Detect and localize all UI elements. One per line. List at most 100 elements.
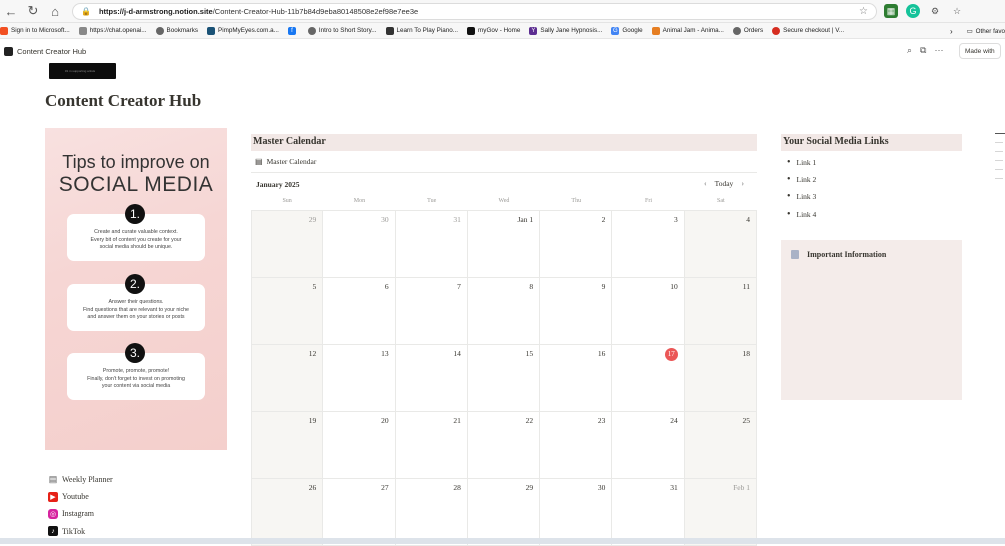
bookmarks-bar: Sign in to Microsoft... https://chat.ope… [0, 23, 1005, 39]
calendar-day-cell[interactable]: 2 [540, 211, 613, 278]
calendar-day-number: Jan 1 [517, 215, 534, 224]
youtube-link[interactable]: ▶ Youtube [48, 488, 113, 505]
made-with-notion-button[interactable]: Made with [959, 43, 1001, 59]
bookmark-item[interactable]: PimpMyEyes.com.a... [207, 26, 279, 35]
chevron-right-icon[interactable]: › [950, 27, 953, 36]
bookmark-item[interactable]: Orders [732, 26, 763, 35]
calendar-day-cell[interactable]: 23 [540, 412, 613, 479]
search-icon[interactable]: ⌕ [907, 45, 912, 56]
facebook-icon: f [287, 26, 296, 35]
calendar-day-cell[interactable]: 21 [395, 412, 468, 479]
calendar-day-cell[interactable]: 3 [612, 211, 685, 278]
calendar-day-cell[interactable]: 27 [323, 479, 396, 546]
instagram-link[interactable]: ◎ Instagram [48, 505, 113, 522]
calendar-day-number: 14 [453, 349, 461, 358]
tips-image: Tips to improve on SOCIAL MEDIA Create a… [45, 128, 227, 450]
bookmark-item[interactable]: Y Sally Jane Hypnosis... [529, 26, 602, 35]
bookmark-item[interactable]: f [287, 26, 299, 35]
calendar-day-cell[interactable]: 4 [684, 211, 757, 278]
calendar-day-number: Feb 1 [733, 483, 750, 492]
calendar-day-cell[interactable]: Feb 1 [684, 479, 757, 546]
address-bar[interactable]: 🔒 https://j-d-armstrong.notion.site/Cont… [72, 3, 877, 20]
calendar-day-cell[interactable]: 30 [323, 211, 396, 278]
globe-icon [155, 26, 164, 35]
favorites-icon[interactable]: ☆ [950, 4, 964, 18]
calendar-day-cell[interactable]: 10 [612, 278, 685, 345]
bookmark-item[interactable]: Learn To Play Piano... [385, 26, 458, 35]
today-date-badge: 17 [664, 348, 678, 361]
calendar-day-cell[interactable]: 13 [323, 345, 396, 412]
calendar-day-cell[interactable]: 17 [612, 345, 685, 412]
calendar-day-cell[interactable]: Jan 1 [467, 211, 541, 278]
calendar-day-cell[interactable]: 16 [540, 345, 613, 412]
weekday-label: Wed [498, 198, 510, 204]
calendar-day-cell[interactable]: 19 [251, 412, 324, 479]
back-icon[interactable]: ← [0, 0, 22, 22]
grammarly-icon[interactable]: G [906, 4, 920, 18]
page-icon [4, 46, 13, 56]
social-link[interactable]: Link 3 [787, 188, 817, 205]
weekly-planner-link[interactable]: ▤ Weekly Planner [48, 471, 113, 488]
extension-icon[interactable]: ▦ [884, 4, 898, 18]
calendar-day-cell[interactable]: 11 [684, 278, 757, 345]
bookmark-item[interactable]: Intro to Short Story... [307, 26, 377, 35]
page-icon [78, 26, 87, 35]
calendar-day-cell[interactable]: 12 [251, 345, 324, 412]
calendar-day-cell[interactable]: 7 [395, 278, 468, 345]
calendar-day-cell[interactable]: 26 [251, 479, 324, 546]
calendar-view-tab[interactable]: ▤ Master Calendar [255, 157, 316, 166]
bookmark-item[interactable]: Animal Jam - Anima... [651, 26, 724, 35]
calendar-day-cell[interactable]: 24 [612, 412, 685, 479]
calendar-day-number: 29 [308, 215, 317, 224]
calendar-day-cell[interactable]: 14 [395, 345, 468, 412]
calendar-day-cell[interactable]: 15 [467, 345, 541, 412]
today-button[interactable]: Today [715, 179, 734, 188]
google-icon: G [611, 26, 620, 35]
calendar-day-number: 11 [742, 282, 750, 291]
calendar-day-number: 28 [453, 483, 461, 492]
duplicate-icon[interactable]: ⧉ [920, 45, 926, 56]
calendar-day-cell[interactable]: 30 [540, 479, 613, 546]
calendar-day-number: 24 [670, 416, 678, 425]
refresh-icon[interactable]: ↻ [22, 0, 44, 22]
calendar-day-cell[interactable]: 28 [395, 479, 468, 546]
bookmark-item[interactable]: https://chat.openai... [78, 26, 147, 35]
bookmark-item[interactable]: Bookmarks [155, 26, 198, 35]
tiktok-icon: ♪ [48, 526, 58, 537]
extensions-puzzle-icon[interactable]: ⚙ [928, 4, 942, 18]
calendar-day-cell[interactable]: 9 [540, 278, 613, 345]
chevron-right-icon[interactable]: › [741, 179, 744, 188]
calendar-day-cell[interactable]: 31 [612, 479, 685, 546]
home-icon[interactable]: ⌂ [44, 0, 66, 22]
calendar-day-cell[interactable]: 5 [251, 278, 324, 345]
calendar-day-number: 2 [601, 215, 606, 224]
bookmark-item[interactable]: G Google [611, 26, 643, 35]
yahoo-icon: Y [529, 26, 538, 35]
calendar-day-cell[interactable]: 29 [467, 479, 541, 546]
social-link[interactable]: Link 2 [787, 171, 817, 188]
table-of-contents-scroll[interactable] [995, 133, 1005, 187]
chevron-left-icon[interactable]: ‹ [704, 179, 707, 188]
breadcrumb[interactable]: Content Creator Hub [17, 47, 86, 56]
social-link[interactable]: Link 1 [787, 154, 817, 171]
calendar-day-cell[interactable]: 22 [467, 412, 541, 479]
calendar-day-number: 19 [308, 416, 317, 425]
calendar-day-cell[interactable]: 18 [684, 345, 757, 412]
calendar-day-cell[interactable]: 8 [467, 278, 541, 345]
bookmark-item[interactable]: myGov - Home [467, 26, 520, 35]
favorite-star-icon[interactable]: ☆ [859, 6, 868, 17]
social-links-list: Link 1 Link 2 Link 3 Link 4 [787, 154, 817, 223]
calendar-day-cell[interactable]: 25 [684, 412, 757, 479]
bookmark-item[interactable]: Sign in to Microsoft... [0, 26, 70, 35]
more-icon[interactable]: ··· [934, 45, 943, 56]
important-info-title: Important Information [807, 250, 887, 259]
youtube-icon: ▶ [48, 491, 58, 502]
calendar-day-cell[interactable]: 29 [251, 211, 324, 278]
calendar-day-cell[interactable]: 20 [323, 412, 396, 479]
tips-title-line1: Tips to improve on [62, 152, 210, 172]
social-link[interactable]: Link 4 [787, 206, 817, 223]
calendar-day-cell[interactable]: 6 [323, 278, 396, 345]
bookmark-item[interactable]: Secure checkout | V... [772, 26, 844, 35]
other-favorites[interactable]: Other favo [976, 28, 1005, 35]
calendar-day-cell[interactable]: 31 [395, 211, 468, 278]
